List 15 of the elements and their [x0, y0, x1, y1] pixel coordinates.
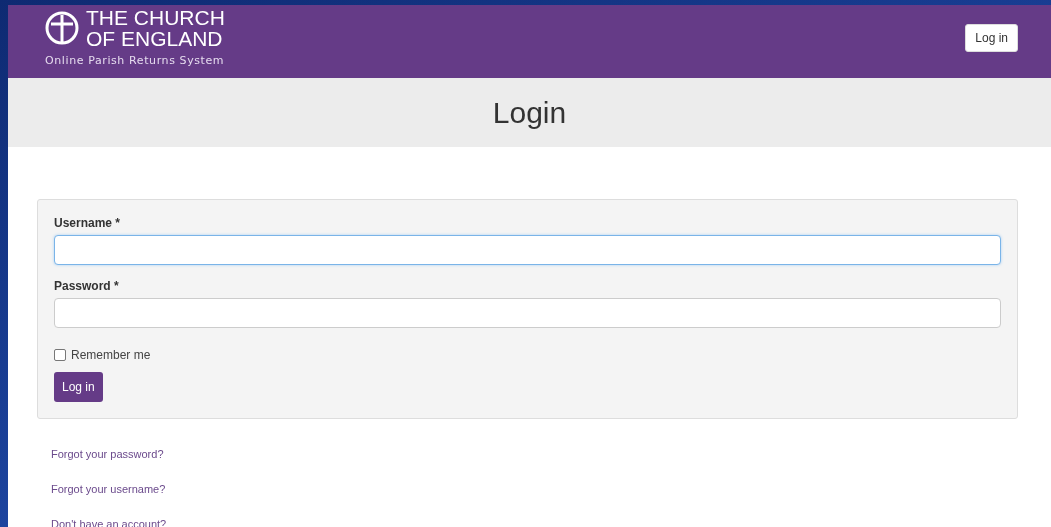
link[interactable]: Forgot your username?: [51, 483, 166, 495]
submit-button[interactable]: Log in: [54, 372, 103, 402]
page-title: Login: [492, 95, 567, 130]
checkbox[interactable]: [54, 349, 66, 361]
site-subtitle: Online Parish Returns System: [45, 54, 225, 67]
cross-logo-icon: [45, 11, 79, 45]
logo-text: THE CHURCH: [86, 7, 225, 28]
logo-text: OF ENGLAND: [86, 28, 224, 49]
input-field[interactable]: [54, 298, 1001, 328]
login-button[interactable]: Log in: [965, 24, 1018, 52]
link[interactable]: Forgot your password?: [51, 448, 164, 460]
checkbox-label: Remember me: [71, 348, 151, 362]
field-label: Password *: [54, 279, 120, 293]
field-label: Username *: [54, 216, 122, 230]
input-field[interactable]: [54, 235, 1001, 265]
